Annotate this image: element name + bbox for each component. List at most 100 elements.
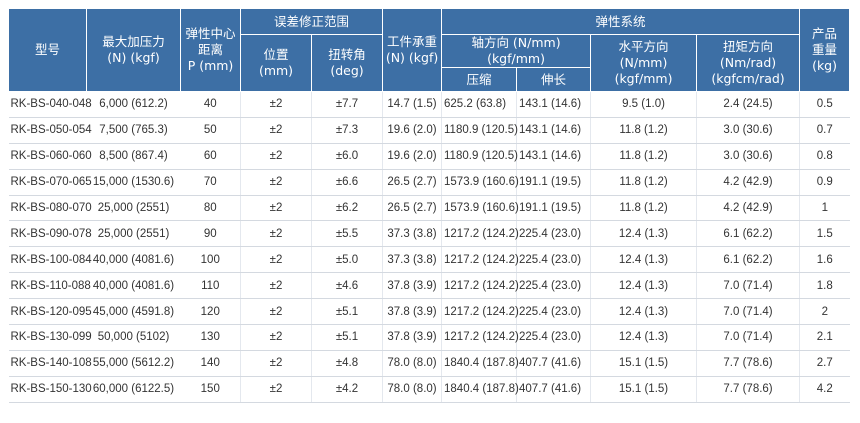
cell-compression: 1217.2 (124.2) <box>441 246 519 274</box>
cell-elastic-center: 50 <box>180 117 241 144</box>
spec-table: 型号 最大加压力 (N) (kgf) 弹性中心 距离 P (mm) 误差修正范围 工件… <box>8 8 851 403</box>
cell-torsion-angle: ±6.0 <box>310 143 383 170</box>
cell-max-force: 60,000 (6122.5) <box>86 376 181 403</box>
cell-compression: 1573.9 (160.6) <box>441 195 519 222</box>
cell-torque: 6.1 (62.2) <box>696 246 800 274</box>
cell-position: ±2 <box>240 195 312 222</box>
cell-max-force: 45,000 (4591.8) <box>86 298 181 326</box>
cell-model: RK-BS-040-048 <box>8 91 92 118</box>
cell-weight: 2.7 <box>799 350 850 377</box>
cell-torsion-angle: ±5.1 <box>310 298 383 326</box>
cell-max-force: 50,000 (5102) <box>86 324 181 351</box>
cell-extension: 225.4 (23.0) <box>516 246 591 274</box>
cell-torque: 3.0 (30.6) <box>696 143 800 170</box>
cell-weight: 0.5 <box>799 91 850 118</box>
cell-max-force: 25,000 (2551) <box>86 195 181 222</box>
cell-workpiece-load: 19.6 (2.0) <box>382 143 442 170</box>
cell-weight: 1.8 <box>799 272 850 300</box>
cell-compression: 1573.9 (160.6) <box>441 169 519 196</box>
cell-workpiece-load: 78.0 (8.0) <box>382 376 442 403</box>
cell-torque: 7.7 (78.6) <box>696 376 800 403</box>
cell-elastic-center: 120 <box>180 298 241 326</box>
cell-weight: 0.7 <box>799 117 850 144</box>
cell-workpiece-load: 26.5 (2.7) <box>382 169 442 196</box>
cell-position: ±2 <box>240 272 312 300</box>
cell-torque: 7.0 (71.4) <box>696 298 800 326</box>
cell-torque: 4.2 (42.9) <box>696 195 800 222</box>
spec-table-container: 型号 最大加压力 (N) (kgf) 弹性中心 距离 P (mm) 误差修正范围 工件… <box>8 8 851 403</box>
table-row: RK-BS-090-078 25,000 (2551) 90 ±2 ±5.5 37.3 (… <box>8 220 850 248</box>
cell-torsion-angle: ±5.1 <box>310 324 383 351</box>
table-row: RK-BS-080-070 25,000 (2551) 80 ±2 ±6.2 26.5 (… <box>8 195 850 222</box>
cell-torque: 7.7 (78.6) <box>696 350 800 377</box>
cell-position: ±2 <box>240 117 312 144</box>
cell-torsion-angle: ±4.2 <box>310 376 383 403</box>
cell-compression: 1217.2 (124.2) <box>441 324 519 351</box>
header-model: 型号 <box>8 8 87 92</box>
header-position: 位置 (mm) <box>240 34 312 92</box>
cell-workpiece-load: 37.8 (3.9) <box>382 324 442 351</box>
cell-workpiece-load: 26.5 (2.7) <box>382 195 442 222</box>
cell-torsion-angle: ±5.0 <box>310 246 383 274</box>
table-header: 型号 最大加压力 (N) (kgf) 弹性中心 距离 P (mm) 误差修正范围 工件… <box>8 8 851 92</box>
cell-extension: 407.7 (41.6) <box>516 376 591 403</box>
cell-position: ±2 <box>240 298 312 326</box>
cell-horizontal: 12.4 (1.3) <box>590 220 697 248</box>
cell-extension: 191.1 (19.5) <box>516 169 591 196</box>
cell-elastic-center: 80 <box>180 195 241 222</box>
cell-max-force: 55,000 (5612.2) <box>86 350 181 377</box>
cell-elastic-center: 140 <box>180 350 241 377</box>
cell-workpiece-load: 19.6 (2.0) <box>382 117 442 144</box>
cell-position: ±2 <box>240 143 312 170</box>
cell-torsion-angle: ±4.6 <box>310 272 383 300</box>
cell-horizontal: 11.8 (1.2) <box>590 195 697 222</box>
cell-extension: 225.4 (23.0) <box>516 272 591 300</box>
cell-model: RK-BS-060-060 <box>8 143 92 170</box>
cell-elastic-center: 60 <box>180 143 241 170</box>
cell-weight: 2 <box>799 298 850 326</box>
cell-model: RK-BS-150-130 <box>8 376 92 403</box>
cell-torque: 7.0 (71.4) <box>696 272 800 300</box>
table-row: RK-BS-130-099 50,000 (5102) 130 ±2 ±5.1 37.8 … <box>8 324 850 351</box>
header-max-force: 最大加压力 (N) (kgf) <box>86 8 181 92</box>
table-row: RK-BS-070-065 15,000 (1530.6) 70 ±2 ±6.6 26.5… <box>8 169 850 196</box>
cell-position: ±2 <box>240 246 312 274</box>
cell-workpiece-load: 78.0 (8.0) <box>382 350 442 377</box>
cell-compression: 1217.2 (124.2) <box>441 298 519 326</box>
cell-horizontal: 12.4 (1.3) <box>590 298 697 326</box>
header-workpiece-load: 工件承重 (N) (kgf) <box>382 8 443 92</box>
cell-compression: 625.2 (63.8) <box>441 91 517 118</box>
table-body: RK-BS-040-048 6,000 (612.2) 40 ±2 ±7.7 14.7 (… <box>8 91 850 403</box>
cell-max-force: 7,500 (765.3) <box>86 117 181 144</box>
cell-model: RK-BS-090-078 <box>8 220 92 248</box>
cell-model: RK-BS-050-054 <box>8 117 92 144</box>
cell-position: ±2 <box>240 350 312 377</box>
table-row: RK-BS-040-048 6,000 (612.2) 40 ±2 ±7.7 14.7 (… <box>8 91 850 118</box>
cell-extension: 143.1 (14.6) <box>516 143 591 170</box>
cell-horizontal: 11.8 (1.2) <box>590 117 697 144</box>
header-error-correction: 误差修正范围 <box>239 8 384 35</box>
cell-weight: 4.2 <box>799 376 850 403</box>
cell-extension: 225.4 (23.0) <box>516 298 591 326</box>
cell-extension: 191.1 (19.5) <box>516 195 591 222</box>
cell-max-force: 40,000 (4081.6) <box>86 272 181 300</box>
header-weight: 产品 重量 (kg) <box>799 8 851 92</box>
cell-weight: 1.5 <box>799 220 850 248</box>
cell-elastic-center: 90 <box>180 220 241 248</box>
cell-torque: 7.0 (71.4) <box>696 324 800 351</box>
cell-torque: 6.1 (62.2) <box>696 220 800 248</box>
cell-horizontal: 9.5 (1.0) <box>590 91 697 118</box>
cell-horizontal: 12.4 (1.3) <box>590 246 697 274</box>
cell-workpiece-load: 37.3 (3.8) <box>382 246 442 274</box>
cell-elastic-center: 70 <box>180 169 241 196</box>
cell-compression: 1180.9 (120.5) <box>441 117 518 144</box>
table-row: RK-BS-100-084 40,000 (4081.6) 100 ±2 ±5.0 37.… <box>8 246 850 274</box>
cell-elastic-center: 150 <box>180 376 241 403</box>
cell-torsion-angle: ±7.3 <box>310 117 383 144</box>
cell-model: RK-BS-100-084 <box>8 246 92 274</box>
cell-elastic-center: 110 <box>180 272 241 300</box>
cell-max-force: 6,000 (612.2) <box>86 91 181 118</box>
cell-workpiece-load: 37.8 (3.9) <box>382 272 442 300</box>
cell-model: RK-BS-070-065 <box>8 169 92 196</box>
cell-weight: 0.8 <box>799 143 850 170</box>
